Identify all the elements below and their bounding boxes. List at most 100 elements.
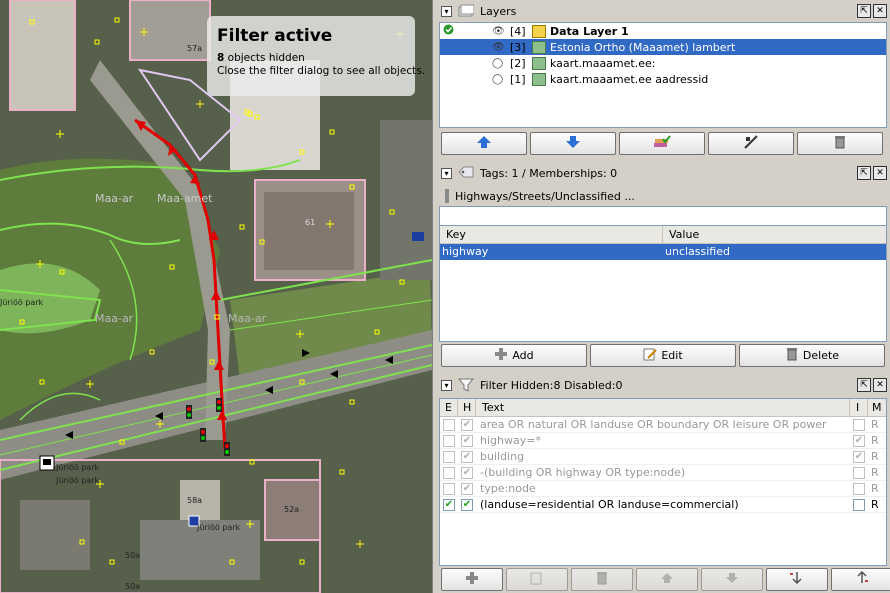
tag-icon <box>458 166 474 180</box>
merge-layers-icon <box>653 135 671 152</box>
filter-row[interactable]: ✔ building ✔ R <box>440 449 886 465</box>
tag-row[interactable]: highway unclassified <box>440 244 886 260</box>
hidden-eye-icon[interactable]: ◯ <box>492 58 504 69</box>
close-icon[interactable]: ✕ <box>873 4 887 18</box>
undock-icon[interactable]: ⇱ <box>857 378 871 392</box>
filter-overlay-title: Filter active <box>217 26 333 46</box>
text-column-header[interactable]: Text <box>476 399 850 416</box>
close-icon[interactable]: ✕ <box>873 166 887 180</box>
layer-row[interactable]: ◯ [2] kaart.maaamet.ee: <box>440 55 886 71</box>
edit-filter-button[interactable] <box>506 568 568 591</box>
tag-key[interactable]: highway <box>440 244 663 260</box>
collapse-icon[interactable]: ▾ <box>441 167 452 179</box>
reverse-filters-button[interactable] <box>831 568 890 591</box>
layer-name: Estonia Ortho (Maaamet) lambert <box>550 40 736 54</box>
layers-list[interactable]: 👁 [4] Data Layer 1 👁 [3] Estonia Ortho (… <box>439 22 887 128</box>
active-layer-check-icon[interactable] <box>443 24 455 38</box>
merge-layers-button[interactable] <box>619 132 705 155</box>
collapse-icon[interactable]: ▾ <box>441 379 452 391</box>
add-filter-button[interactable] <box>441 568 503 591</box>
filter-mode[interactable]: R <box>868 466 886 479</box>
delete-filter-button[interactable] <box>571 568 633 591</box>
enabled-checkbox[interactable] <box>443 418 455 431</box>
add-tag-button[interactable]: Add <box>441 344 587 367</box>
collapse-icon[interactable]: ▾ <box>441 5 452 17</box>
inverted-checkbox[interactable] <box>853 482 865 495</box>
filter-mode[interactable]: R <box>868 450 886 463</box>
eye-icon[interactable]: 👁 <box>492 42 505 53</box>
undock-icon[interactable]: ⇱ <box>857 4 871 18</box>
move-filter-up-button[interactable] <box>636 568 698 591</box>
filter-mode[interactable]: R <box>868 418 886 431</box>
map-label: Jüriöö park <box>197 523 241 532</box>
hide-checkbox[interactable]: ✔ <box>461 482 473 495</box>
map-view[interactable]: Maa-ar Maa-amet Maa-ar Maa-ar Jüriöö par… <box>0 0 432 593</box>
filter-text[interactable]: (landuse=residential OR landuse=commerci… <box>476 498 850 511</box>
undock-icon[interactable]: ⇱ <box>857 166 871 180</box>
filter-toolbar <box>441 568 890 591</box>
layer-name: Data Layer 1 <box>550 24 629 38</box>
enabled-column-header[interactable]: E <box>440 399 458 416</box>
enabled-checkbox[interactable] <box>443 450 455 463</box>
hidden-eye-icon[interactable]: ◯ <box>492 74 504 85</box>
hide-checkbox[interactable]: ✔ <box>461 450 473 463</box>
hide-checkbox[interactable]: ✔ <box>461 418 473 431</box>
inverted-checkbox[interactable]: ✔ <box>853 434 865 447</box>
inverted-checkbox[interactable] <box>853 498 865 511</box>
move-up-button[interactable] <box>441 132 527 155</box>
key-column-header[interactable]: Key <box>440 226 663 243</box>
hide-column-header[interactable]: H <box>458 399 476 416</box>
layer-name: kaart.maaamet.ee aadressid <box>550 72 709 86</box>
enabled-checkbox[interactable] <box>443 466 455 479</box>
inverted-checkbox[interactable] <box>853 466 865 479</box>
inverted-checkbox[interactable]: ✔ <box>853 450 865 463</box>
map-label: Maa-ar <box>95 192 134 205</box>
filter-mode[interactable]: R <box>868 498 886 511</box>
eye-icon[interactable]: 👁 <box>492 26 505 37</box>
sort-filters-button[interactable] <box>766 568 828 591</box>
map-label: 50a <box>125 582 141 591</box>
close-icon[interactable]: ✕ <box>873 378 887 392</box>
hide-checkbox[interactable]: ✔ <box>461 466 473 479</box>
filter-row[interactable]: ✔ type:node R <box>440 481 886 497</box>
delete-layer-button[interactable] <box>797 132 883 155</box>
filter-row[interactable]: ✔ area OR natural OR landuse OR boundary… <box>440 417 886 433</box>
tags-filter-box[interactable] <box>439 206 887 226</box>
filter-table[interactable]: E H Text I M ✔ area OR natural OR landus… <box>439 398 887 566</box>
filter-text[interactable]: -(building OR highway OR type:node) <box>476 466 850 479</box>
filter-text[interactable]: building <box>476 450 850 463</box>
hide-checkbox[interactable]: ✔ <box>461 434 473 447</box>
delete-tag-button[interactable]: Delete <box>739 344 885 367</box>
tags-table[interactable]: Key Value highway unclassified <box>439 226 887 342</box>
filter-row[interactable]: ✔ highway=* ✔ R <box>440 433 886 449</box>
inverted-checkbox[interactable] <box>853 418 865 431</box>
trash-icon <box>785 347 799 364</box>
value-column-header[interactable]: Value <box>663 226 886 243</box>
filter-text[interactable]: highway=* <box>476 434 850 447</box>
preset-link[interactable]: Highways/Streets/Unclassified ... <box>439 186 887 206</box>
filter-text[interactable]: type:node <box>476 482 850 495</box>
layer-row[interactable]: 👁 [4] Data Layer 1 <box>440 23 886 39</box>
edit-tag-button[interactable]: Edit <box>590 344 736 367</box>
filter-mode[interactable]: R <box>868 434 886 447</box>
layer-row[interactable]: ◯ [1] kaart.maaamet.ee aadressid <box>440 71 886 87</box>
mode-column-header[interactable]: M <box>868 399 886 416</box>
toggle-visibility-button[interactable] <box>708 132 794 155</box>
inverted-column-header[interactable]: I <box>850 399 868 416</box>
plus-icon <box>494 347 508 364</box>
enabled-checkbox[interactable] <box>443 482 455 495</box>
layer-row[interactable]: 👁 [3] Estonia Ortho (Maaamet) lambert <box>440 39 886 55</box>
filter-row[interactable]: ✔ ✔ (landuse=residential OR landuse=comm… <box>440 497 886 513</box>
filter-row[interactable]: ✔ -(building OR highway OR type:node) R <box>440 465 886 481</box>
enabled-checkbox[interactable] <box>443 434 455 447</box>
move-down-button[interactable] <box>530 132 616 155</box>
funnel-icon <box>457 378 475 392</box>
move-filter-down-button[interactable] <box>701 568 763 591</box>
tag-value[interactable]: unclassified <box>663 244 886 260</box>
enabled-checkbox[interactable]: ✔ <box>443 498 455 511</box>
move-up-icon <box>660 572 674 587</box>
sort-up-icon <box>854 570 870 588</box>
hide-checkbox[interactable]: ✔ <box>461 498 473 511</box>
filter-mode[interactable]: R <box>868 482 886 495</box>
filter-text[interactable]: area OR natural OR landuse OR boundary O… <box>476 418 850 431</box>
